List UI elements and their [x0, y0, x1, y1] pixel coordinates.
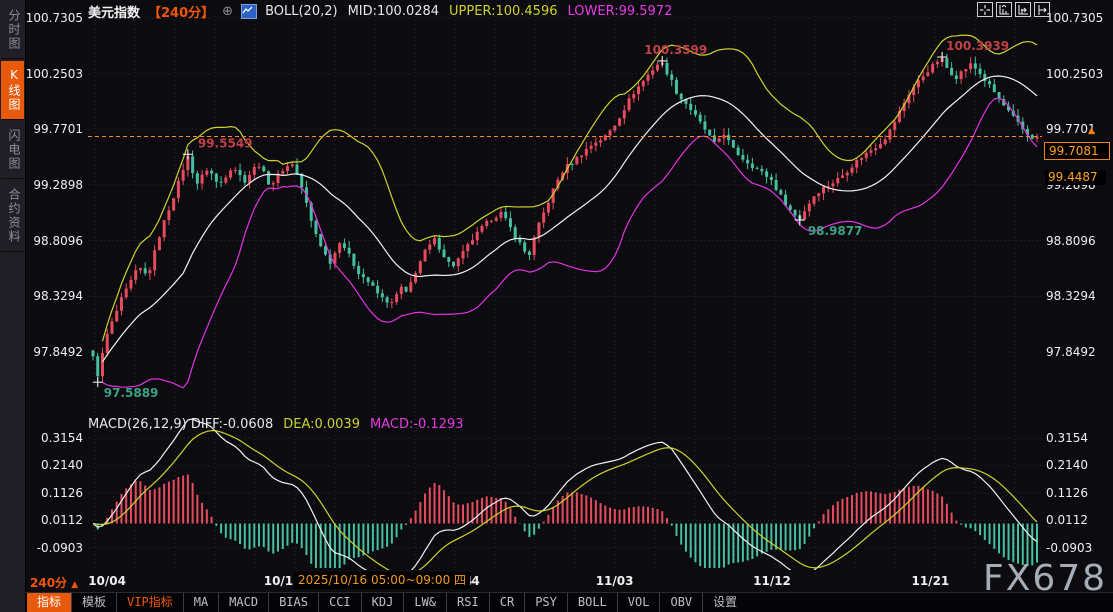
macd-tick-right: 0.3154	[1046, 431, 1110, 445]
period-selector[interactable]: 240分 ▲	[30, 574, 78, 591]
toolbar-item-PSY[interactable]: PSY	[524, 593, 567, 612]
chart-app: 分时图K线图闪电图合约资料 97.5889 99.5549 100.3599 98.9…	[0, 0, 1113, 612]
macd-tick-right: 0.2140	[1046, 458, 1110, 472]
svg-text:97.5889: 97.5889	[104, 386, 159, 400]
sidebar-tab-闪电图[interactable]: 闪电图	[1, 122, 24, 179]
add-indicator-icon[interactable]: ⊕	[222, 4, 233, 19]
toolbar-item-CCI[interactable]: CCI	[318, 593, 361, 612]
price-tick-right: 100.2503	[1046, 67, 1110, 81]
toolbar-item-RSI[interactable]: RSI	[446, 593, 489, 612]
secondary-price-label: 99.4487	[1045, 170, 1106, 185]
price-tick-left: 100.2503	[25, 67, 83, 81]
toolbar-item-MA[interactable]: MA	[183, 593, 218, 612]
indicator-legend-item: BOLL(20,2)	[265, 4, 338, 19]
macd-tick-left: 0.1126	[25, 486, 83, 500]
price-up-arrow-icon: ▲	[1088, 126, 1095, 136]
macd-legend-item: DEA:0.0039	[283, 417, 360, 432]
macd-tick-right: -0.0903	[1046, 541, 1110, 555]
toolbar-item-OBV[interactable]: OBV	[659, 593, 702, 612]
period-label[interactable]: 【240分】	[148, 2, 214, 21]
hover-time-tooltip: 2025/10/16 05:00~09:00 四	[294, 572, 470, 589]
macd-tick-left: 0.0112	[25, 513, 83, 527]
macd-tick-left: -0.0903	[25, 541, 83, 555]
toolbar-item-MACD[interactable]: MACD	[218, 593, 268, 612]
macd-legend-item: MACD:-0.1293	[370, 417, 464, 432]
date-axis: 240分 ▲ 10/0410/152411/0311/1211/21 2025/…	[0, 570, 1113, 592]
crosshair-icon[interactable]	[977, 2, 993, 17]
current-price-label: 99.7081	[1044, 142, 1110, 160]
date-label: 10/04	[88, 574, 126, 588]
watermark: FX678	[983, 558, 1107, 599]
indicator-legend-item: MID:100.0284	[348, 4, 439, 19]
toolbar-item-CR[interactable]: CR	[489, 593, 524, 612]
pan-right-icon[interactable]	[1015, 2, 1031, 17]
sidebar-tabs: 分时图K线图闪电图合约资料	[0, 2, 25, 252]
period-selector-label: 240分	[30, 576, 67, 590]
zoom-reset-icon[interactable]	[996, 2, 1012, 17]
price-tick-left: 97.8492	[25, 345, 83, 359]
price-tick-right: 98.3294	[1046, 289, 1110, 303]
macd-tick-right: 0.1126	[1046, 486, 1110, 500]
toolbar-item-KDJ[interactable]: KDJ	[361, 593, 404, 612]
price-tick-left: 99.2898	[25, 178, 83, 192]
symbol-name: 美元指数	[88, 2, 140, 21]
sidebar-tab-K线图[interactable]: K线图	[1, 61, 24, 120]
macd-legend-item: MACD(26,12,9) DIFF:-0.0608	[88, 417, 273, 432]
svg-text:100.3939: 100.3939	[946, 39, 1009, 53]
date-label: 11/21	[911, 574, 949, 588]
macd-tick-left: 0.2140	[25, 458, 83, 472]
svg-text:98.9877: 98.9877	[808, 224, 863, 238]
indicator-legend-item: LOWER:99.5972	[568, 4, 673, 19]
indicator-legend: BOLL(20,2) MID:100.0284 UPPER:100.4596 LOWE…	[265, 4, 672, 19]
price-tick-left: 98.8096	[25, 234, 83, 248]
price-tick-left: 99.7701	[25, 122, 83, 136]
toolbar-item-BIAS[interactable]: BIAS	[268, 593, 318, 612]
sidebar-tab-合约资料[interactable]: 合约资料	[1, 181, 24, 252]
macd-tick-left: 0.3154	[25, 431, 83, 445]
chart-type-icon[interactable]	[241, 4, 257, 19]
macd-chart[interactable]	[88, 415, 1042, 570]
toolbar-item-设置[interactable]: 设置	[702, 593, 747, 612]
sidebar-tab-分时图[interactable]: 分时图	[1, 2, 24, 59]
price-tick-right: 99.7701	[1046, 122, 1110, 136]
price-chart[interactable]: 97.5889 99.5549 100.3599 98.9877 100.3939	[88, 0, 1042, 415]
toolbar-item-指标[interactable]: 指标	[27, 593, 71, 612]
chart-tool-icons	[977, 2, 1050, 17]
period-selector-arrow-icon: ▲	[71, 580, 78, 590]
macd-tick-right: 0.0112	[1046, 513, 1110, 527]
date-label: 11/03	[596, 574, 634, 588]
price-tick-right: 97.8492	[1046, 345, 1110, 359]
date-label: 11/12	[753, 574, 791, 588]
price-tick-right: 100.7305	[1046, 11, 1110, 25]
sidebar: 分时图K线图闪电图合约资料	[0, 0, 26, 612]
toolbar-item-VOL[interactable]: VOL	[617, 593, 660, 612]
price-tick-left: 100.7305	[25, 11, 83, 25]
goto-latest-icon[interactable]	[1034, 2, 1050, 17]
svg-text:100.3599: 100.3599	[644, 43, 707, 57]
toolbar-item-LW&[interactable]: LW&	[403, 593, 446, 612]
chart-header: 美元指数 【240分】 ⊕ BOLL(20,2) MID:100.0284 UPPE…	[88, 2, 672, 20]
indicator-legend-item: UPPER:100.4596	[449, 4, 557, 19]
price-tick-left: 98.3294	[25, 289, 83, 303]
price-tick-right: 98.8096	[1046, 234, 1110, 248]
toolbar-item-BOLL[interactable]: BOLL	[567, 593, 617, 612]
toolbar-item-模板[interactable]: 模板	[71, 593, 116, 612]
macd-legend: MACD(26,12,9) DIFF:-0.0608 DEA:0.0039 MACD…	[88, 417, 464, 432]
toolbar-item-VIP指标[interactable]: VIP指标	[116, 593, 183, 612]
indicator-toolbar: 指标模板VIP指标MAMACDBIASCCIKDJLW&RSICRPSYBOLL…	[25, 592, 1113, 612]
svg-text:99.5549: 99.5549	[198, 136, 253, 150]
